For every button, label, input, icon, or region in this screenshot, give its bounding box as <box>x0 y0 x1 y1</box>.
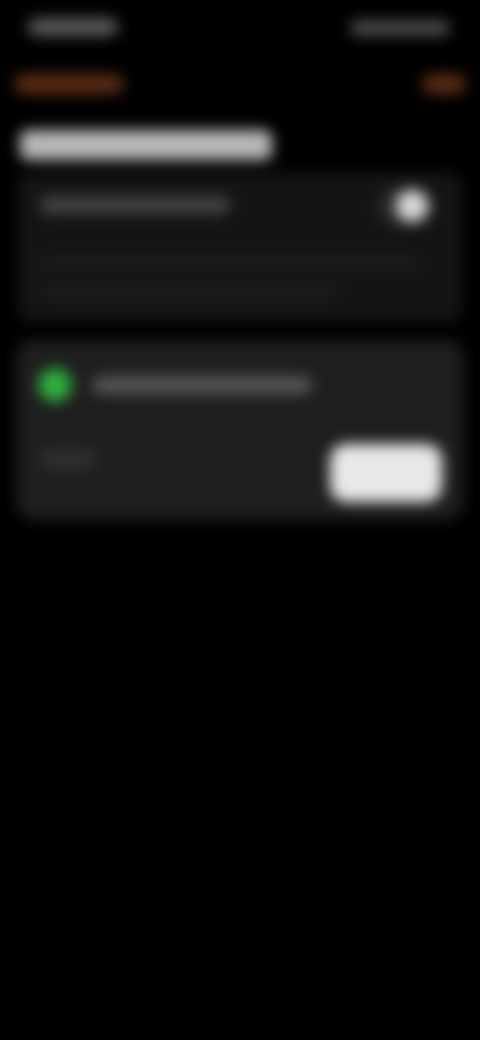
status-dot-icon <box>38 368 72 402</box>
toggle-knob <box>396 190 428 222</box>
card-subtitle <box>40 448 96 470</box>
status-icons <box>350 20 450 36</box>
card-title <box>92 376 312 394</box>
toggle-label <box>40 196 230 214</box>
toggle-row[interactable] <box>18 172 462 240</box>
back-button[interactable] <box>14 74 124 94</box>
status-time <box>28 18 118 36</box>
description-line <box>40 284 340 298</box>
toggle-switch[interactable] <box>378 186 434 226</box>
settings-group <box>18 172 462 322</box>
info-card <box>16 340 464 520</box>
nav-bar <box>0 62 480 110</box>
screen <box>0 0 480 1040</box>
status-bar <box>0 0 480 60</box>
card-action-button[interactable] <box>330 444 442 502</box>
section-title <box>20 130 272 160</box>
description-line <box>40 256 420 270</box>
nav-action-button[interactable] <box>422 74 466 94</box>
